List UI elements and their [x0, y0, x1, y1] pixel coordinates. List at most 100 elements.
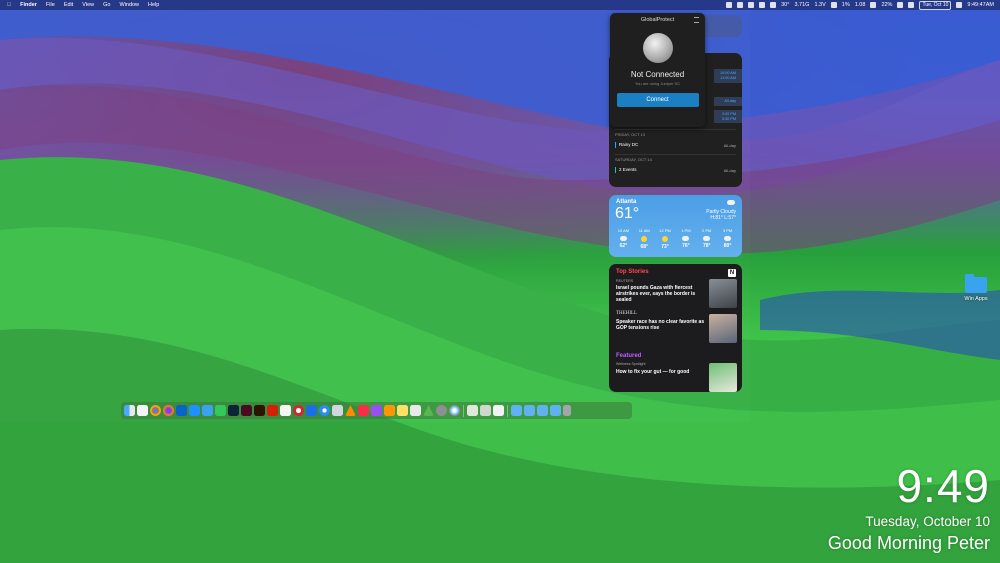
news-headline[interactable]: How to fix your gut — for good [616, 369, 708, 375]
cloud-sun-icon [619, 236, 627, 241]
divider [615, 129, 736, 130]
cpu-temp[interactable]: 30° [781, 2, 789, 8]
hour-temp: 76° [682, 243, 690, 249]
folder-icon[interactable] [511, 405, 522, 416]
battery-status[interactable]: 22% [881, 2, 892, 8]
folder-icon[interactable] [524, 405, 535, 416]
music-icon[interactable] [358, 405, 369, 416]
menu-finder[interactable]: Finder [20, 2, 37, 8]
news-headline[interactable]: Speaker race has no clear favorite as GO… [616, 319, 708, 331]
menu-view[interactable]: View [82, 2, 94, 8]
messages-icon[interactable] [215, 405, 226, 416]
folder-icon[interactable] [550, 405, 561, 416]
vlc-icon[interactable] [345, 405, 356, 416]
folder-label[interactable]: Win Apps [959, 296, 993, 302]
status-icon[interactable] [759, 2, 766, 8]
menu-window[interactable]: Window [119, 2, 139, 8]
news-widget[interactable]: Top Stories N REUTERS Israel pounds Gaza… [609, 264, 742, 392]
menu-help[interactable]: Help [148, 2, 159, 8]
illustrator-icon[interactable] [254, 405, 265, 416]
news-thumbnail [709, 314, 737, 343]
hamburger-menu-icon[interactable] [694, 17, 699, 23]
weather-hour: 2 PM 78° [696, 228, 717, 250]
dock [121, 402, 632, 419]
weather-temperature: 61° [615, 205, 640, 222]
date-badge[interactable]: Tue, Oct 10 [919, 0, 952, 10]
hour-label: 1 PM [681, 228, 691, 233]
outlook-icon[interactable] [176, 405, 187, 416]
calendar-icon[interactable] [137, 405, 148, 416]
scripts-icon[interactable] [480, 405, 491, 416]
calendar-event[interactable]: Rainy DC [615, 142, 638, 148]
dock-separator [507, 404, 508, 417]
desktop-folder[interactable]: Win Apps [959, 274, 993, 302]
weather-hour: 12 PM 73° [655, 228, 676, 250]
popup-title: GlobalProtect [640, 17, 675, 23]
news-app-icon: N [728, 269, 736, 277]
status-icon[interactable] [956, 2, 963, 8]
hour-temp: 62° [619, 243, 628, 249]
wifi-icon[interactable] [897, 2, 904, 8]
status-icon[interactable] [770, 2, 777, 8]
news-headline[interactable]: Israel pounds Gaza with fiercest airstri… [616, 285, 708, 303]
sun-icon [662, 236, 669, 242]
menubar-clock[interactable]: 9:49:47AM [967, 2, 994, 8]
greeting-text: Good Morning Peter [827, 533, 990, 553]
menu-file[interactable]: File [46, 2, 55, 8]
divider [615, 154, 736, 155]
status-icon[interactable] [748, 2, 755, 8]
notes-icon[interactable] [397, 405, 408, 416]
chrome-icon[interactable] [150, 405, 161, 416]
hour-temp: 78° [702, 243, 711, 249]
control-center-icon[interactable] [908, 2, 915, 8]
podcasts-icon[interactable] [371, 405, 382, 416]
photos-icon[interactable] [449, 405, 460, 416]
status-icon[interactable] [726, 2, 733, 8]
voltage-status[interactable]: 1.3V [814, 2, 825, 8]
menu-go[interactable]: Go [103, 2, 110, 8]
news-thumbnail [709, 363, 737, 392]
preview-icon[interactable] [467, 405, 478, 416]
menu-edit[interactable]: Edit [64, 2, 73, 8]
files-icon[interactable] [410, 405, 421, 416]
hour-temp: 80° [723, 243, 732, 249]
news-thumbnail [709, 279, 737, 308]
folder-icon[interactable] [537, 405, 548, 416]
weather-hour: 3 PM 80° [717, 228, 738, 250]
cpu-status[interactable]: 1% [842, 2, 850, 8]
system-settings-icon[interactable] [436, 405, 447, 416]
1password-icon[interactable] [306, 405, 317, 416]
mail-icon[interactable] [202, 405, 213, 416]
acrobat-icon[interactable] [267, 405, 278, 416]
calendar-event-time: All-day [723, 143, 736, 148]
photoshop-icon[interactable] [228, 405, 239, 416]
safari-icon[interactable] [319, 405, 330, 416]
hour-label: 3 PM [722, 228, 733, 233]
load-status[interactable]: 1.08 [855, 2, 866, 8]
weather-hourly: 10 AM 62° 11 AM 68° 12 PM 73° 1 PM 76° 2 PM 7… [613, 228, 738, 250]
hour-label: 2 PM [702, 228, 712, 233]
steam-icon[interactable] [423, 405, 434, 416]
news-section-label: Featured [616, 353, 642, 359]
finder-icon[interactable] [124, 405, 135, 416]
books-icon[interactable] [384, 405, 395, 416]
globalprotect-icon[interactable] [737, 2, 744, 8]
screen-icon[interactable] [332, 405, 343, 416]
opera-icon[interactable] [293, 405, 304, 416]
apple-menu-icon[interactable]:  [7, 2, 11, 8]
weather-widget[interactable]: Atlanta 61° Partly Cloudy H:81° L:57° 10… [609, 195, 742, 257]
connect-button[interactable]: Connect [616, 93, 699, 107]
indesign-icon[interactable] [241, 405, 252, 416]
memory-status[interactable]: 3.71G [794, 2, 809, 8]
status-icon[interactable] [830, 2, 837, 8]
folder-icon[interactable] [965, 274, 987, 293]
weather-hour: 10 AM 62° [613, 228, 634, 250]
news-icon[interactable] [280, 405, 291, 416]
calendar-event[interactable]: 2 Events [615, 167, 637, 173]
app-store-icon[interactable] [189, 405, 200, 416]
connection-status: Not Connected [630, 70, 685, 79]
files-icon[interactable] [493, 405, 504, 416]
firefox-icon[interactable] [163, 405, 174, 416]
status-icon[interactable] [870, 2, 877, 8]
trash-icon[interactable] [563, 405, 571, 416]
